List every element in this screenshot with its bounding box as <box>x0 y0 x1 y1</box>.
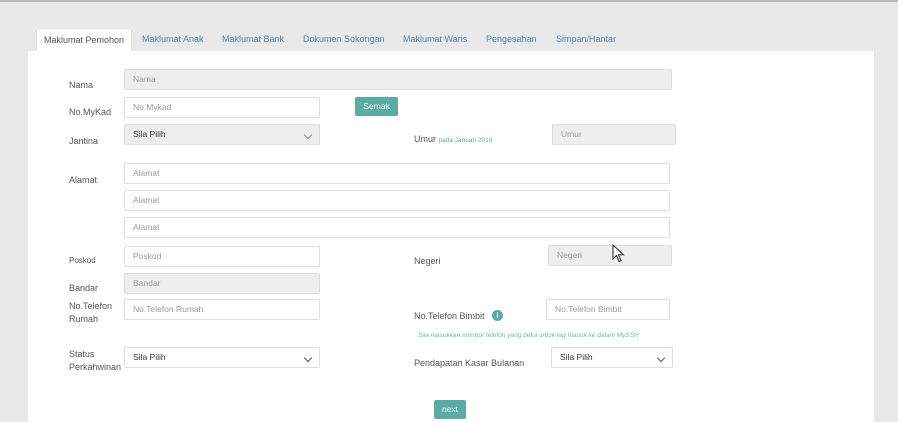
next-button[interactable]: next <box>434 400 466 419</box>
tab-pengesahan[interactable]: Pengesahan <box>486 30 537 52</box>
status-perkahwinan-value: Sila Pilih <box>133 352 166 362</box>
pendapatan-label: Pendapatan Kasar Bulanan <box>414 358 525 368</box>
negeri-label: Negeri <box>414 256 441 266</box>
semak-button[interactable]: Semak <box>355 97 398 116</box>
tab-dokumen-sokongan[interactable]: Dokumen Sokongan <box>303 30 385 52</box>
pendapatan-value: Sila Pilih <box>560 352 593 362</box>
status-label-line-2: Perkahwinan <box>69 362 122 372</box>
telefon-rumah-label-line-2: Rumah <box>69 314 99 324</box>
jantina-label: Jantina <box>69 136 99 146</box>
mouse-cursor-icon <box>612 244 625 263</box>
tab-maklumat-anak[interactable]: Maklumat Anak <box>142 30 204 52</box>
tab-maklumat-pemohon[interactable]: Maklumat Pemohon <box>36 28 133 52</box>
telefon-rumah-input[interactable]: No.Telefon Rumah <box>124 299 320 320</box>
umur-input[interactable]: Umur <box>552 124 676 145</box>
nama-input[interactable]: Nama <box>124 69 672 90</box>
umur-note: pada Januari 2019 <box>438 137 493 144</box>
telefon-rumah-label-line-1: No.Telefon <box>69 301 113 311</box>
bandar-label: Bandar <box>69 283 99 293</box>
alamat-label: Alamat <box>69 175 98 185</box>
status-label-line-1: Status <box>69 349 95 359</box>
poskod-input[interactable]: Poskod <box>124 246 320 267</box>
telefon-bimbit-hint: Sila masukkan nombor telefon yang betul … <box>418 332 639 339</box>
mykad-input[interactable]: No.Mykad <box>124 97 320 118</box>
jantina-value: Sila Pilih <box>133 129 166 139</box>
jantina-select[interactable]: Sila Pilih <box>124 124 320 145</box>
info-icon[interactable]: i <box>492 310 503 321</box>
pendapatan-select[interactable]: Sila Pilih <box>551 347 673 368</box>
umur-label-row: Umur pada Januari 2019 <box>414 133 492 147</box>
tab-maklumat-waris[interactable]: Maklumat Waris <box>403 30 467 52</box>
nama-label: Nama <box>69 80 94 90</box>
telefon-bimbit-label: No.Telefon Bimbit <box>414 311 485 321</box>
mykad-label: No.MyKad <box>69 107 112 117</box>
status-perkahwinan-select[interactable]: Sila Pilih <box>124 347 320 368</box>
alamat-line-1-input[interactable]: Alamat <box>124 163 670 184</box>
bandar-input[interactable]: Bandar <box>124 273 320 294</box>
tab-maklumat-bank[interactable]: Maklumat Bank <box>222 30 284 52</box>
top-border <box>0 0 898 2</box>
chevron-down-icon <box>656 353 666 363</box>
umur-label: Umur <box>414 134 436 144</box>
alamat-line-3-input[interactable]: Alamat <box>124 217 670 238</box>
poskod-label: Poskod <box>69 256 96 265</box>
chevron-down-icon <box>303 353 313 363</box>
tab-simpan-hantar[interactable]: Simpan/Hantar <box>556 30 616 52</box>
negeri-input[interactable]: Negeri <box>548 245 672 266</box>
telefon-bimbit-input[interactable]: No.Telefon Bimbit <box>546 299 670 320</box>
chevron-down-icon <box>303 130 313 140</box>
alamat-line-2-input[interactable]: Alamat <box>124 190 670 211</box>
